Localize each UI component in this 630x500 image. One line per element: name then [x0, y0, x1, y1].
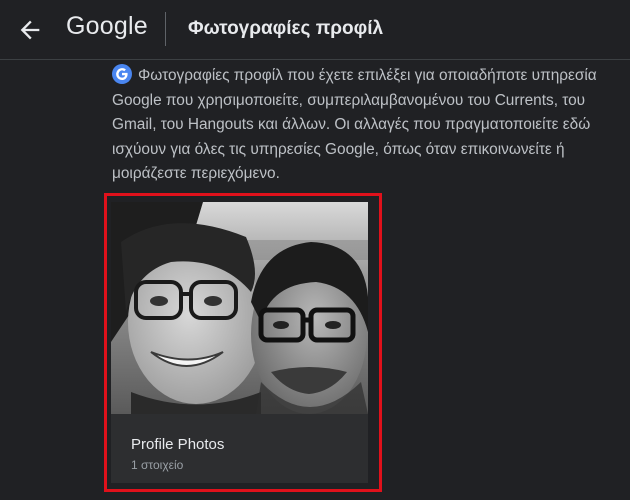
google-logo[interactable]: Google [66, 12, 148, 41]
album-title: Profile Photos [131, 436, 225, 453]
arrow-back-icon [20, 20, 40, 40]
google-g-icon [112, 64, 132, 84]
back-button[interactable] [16, 16, 44, 44]
album-card-profile-photos[interactable]: Profile Photos 1 στοιχείο [111, 202, 368, 483]
album-cover-photo [111, 202, 368, 414]
album-meta: Profile Photos 1 στοιχείο [111, 414, 368, 483]
page-title: Φωτογραφίες προφίλ [188, 18, 384, 39]
header-divider [165, 12, 166, 46]
album-item-count: 1 στοιχείο [131, 458, 184, 472]
description: Φωτογραφίες προφίλ που έχετε επιλέξει γι… [112, 64, 617, 187]
description-text: Φωτογραφίες προφίλ που έχετε επιλέξει γι… [112, 67, 597, 182]
top-app-bar: Google Φωτογραφίες προφίλ [0, 0, 630, 60]
